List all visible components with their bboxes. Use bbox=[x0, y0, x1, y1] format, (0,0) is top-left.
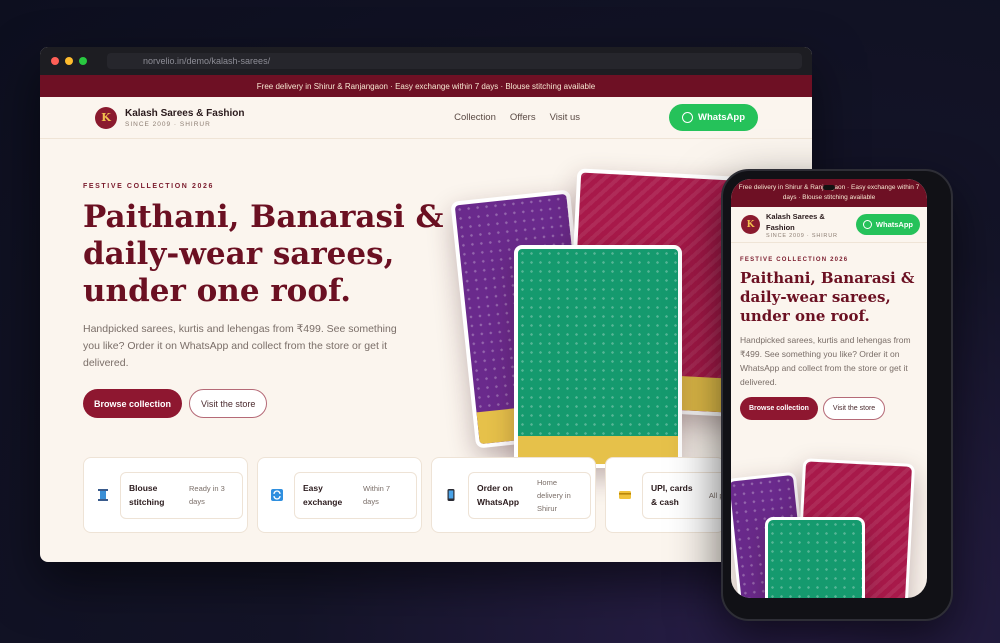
promo-banner: Free delivery in Shirur & Ranjangaon · E… bbox=[40, 75, 812, 97]
phone-device: Free delivery in Shirur & Ranjangaon · E… bbox=[721, 169, 953, 621]
whatsapp-button-label: WhatsApp bbox=[698, 112, 745, 123]
nav-link-collection[interactable]: Collection bbox=[454, 112, 496, 123]
whatsapp-button[interactable]: WhatsApp bbox=[669, 104, 758, 131]
saree-image-green[interactable] bbox=[514, 245, 682, 468]
feature-card: Blouse stitching Ready in 3 days bbox=[83, 457, 248, 533]
brand-block[interactable]: Kalash Sarees & Fashion SINCE 2009 · SHI… bbox=[125, 108, 245, 128]
phone-screen: Free delivery in Shirur & Ranjangaon · E… bbox=[731, 179, 927, 598]
phone-site-header: K Kalash Sarees & Fashion SINCE 2009 · S… bbox=[731, 207, 927, 243]
maximize-window-button[interactable] bbox=[79, 57, 87, 65]
nav-link-offers[interactable]: Offers bbox=[510, 112, 536, 123]
thread-spool-icon bbox=[98, 489, 108, 501]
feature-title: Blouse stitching bbox=[129, 483, 165, 507]
minimize-window-button[interactable] bbox=[65, 57, 73, 65]
feature-desc: Home delivery in Shirur bbox=[537, 477, 571, 513]
hero-eyebrow: FESTIVE COLLECTION 2026 bbox=[83, 183, 214, 190]
hero-headline: Paithani, Banarasi & daily-wear sarees, … bbox=[83, 199, 444, 309]
feature-desc: Within 7 days bbox=[363, 484, 391, 506]
browse-collection-button[interactable]: Browse collection bbox=[83, 389, 183, 418]
phone-hero-section: FESTIVE COLLECTION 2026 Paithani, Banara… bbox=[731, 243, 927, 420]
brand-logo[interactable]: K bbox=[95, 106, 117, 129]
phone-icon bbox=[447, 489, 455, 501]
phone-whatsapp-label: WhatsApp bbox=[875, 220, 913, 229]
phone-browse-collection-button[interactable]: Browse collection bbox=[740, 397, 818, 420]
feature-title: Easy exchange bbox=[303, 483, 343, 507]
phone-brand-logo[interactable]: K bbox=[741, 215, 760, 234]
feature-desc: Ready in 3 days bbox=[189, 484, 225, 506]
phone-hero-subcopy: Handpicked sarees, kurtis and lehengas f… bbox=[740, 335, 911, 387]
whatsapp-icon bbox=[862, 220, 872, 229]
phone-brand-tagline: SINCE 2009 · SHIRUR bbox=[766, 232, 838, 239]
brand-tagline: SINCE 2009 · SHIRUR bbox=[125, 120, 211, 128]
feature-title: UPI, cards & cash bbox=[651, 483, 693, 507]
card-icon bbox=[619, 491, 631, 499]
address-bar[interactable]: norvelio.in/demo/kalash-sarees/ bbox=[107, 53, 802, 69]
feature-strip: Blouse stitching Ready in 3 days Easy ex… bbox=[83, 457, 725, 533]
visit-store-button[interactable]: Visit the store bbox=[189, 389, 268, 418]
phone-visit-store-button[interactable]: Visit the store bbox=[822, 397, 886, 420]
feature-card: Order on WhatsApp Home delivery in Shiru… bbox=[431, 457, 596, 533]
exchange-icon bbox=[271, 489, 283, 501]
feature-card: Easy exchange Within 7 days bbox=[257, 457, 422, 533]
feature-card: UPI, cards & cash All pa accep bbox=[605, 457, 725, 533]
hero-section: FESTIVE COLLECTION 2026 Paithani, Banara… bbox=[83, 183, 453, 418]
phone-hero-ctas: Browse collection Visit the store bbox=[740, 397, 918, 420]
phone-promo-banner: Free delivery in Shirur & Ranjangaon · E… bbox=[731, 179, 927, 207]
whatsapp-icon bbox=[682, 112, 694, 123]
phone-brand-name: Kalash Sarees & Fashion bbox=[766, 211, 825, 232]
site-header: K Kalash Sarees & Fashion SINCE 2009 · S… bbox=[40, 97, 812, 139]
phone-hero-headline: Paithani, Banarasi & daily-wear sarees, … bbox=[740, 269, 915, 325]
phone-hero-eyebrow: FESTIVE COLLECTION 2026 bbox=[740, 257, 849, 263]
main-nav: Collection Offers Visit us bbox=[454, 112, 580, 123]
phone-camera-notch bbox=[823, 185, 835, 190]
feature-title: Order on WhatsApp bbox=[477, 483, 520, 507]
phone-whatsapp-button[interactable]: WhatsApp bbox=[855, 214, 920, 235]
phone-brand-block[interactable]: Kalash Sarees & Fashion SINCE 2009 · SHI… bbox=[766, 211, 838, 239]
phone-saree-image-green[interactable] bbox=[765, 517, 865, 598]
hero-subcopy: Handpicked sarees, kurtis and lehengas f… bbox=[83, 323, 397, 369]
close-window-button[interactable] bbox=[51, 57, 59, 65]
desktop-browser-window: norvelio.in/demo/kalash-sarees/ Free del… bbox=[40, 47, 812, 562]
browser-chrome: norvelio.in/demo/kalash-sarees/ bbox=[40, 47, 812, 75]
nav-link-visit-us[interactable]: Visit us bbox=[550, 112, 580, 123]
hero-ctas: Browse collection Visit the store bbox=[83, 389, 453, 418]
brand-name: Kalash Sarees & Fashion bbox=[125, 107, 245, 119]
